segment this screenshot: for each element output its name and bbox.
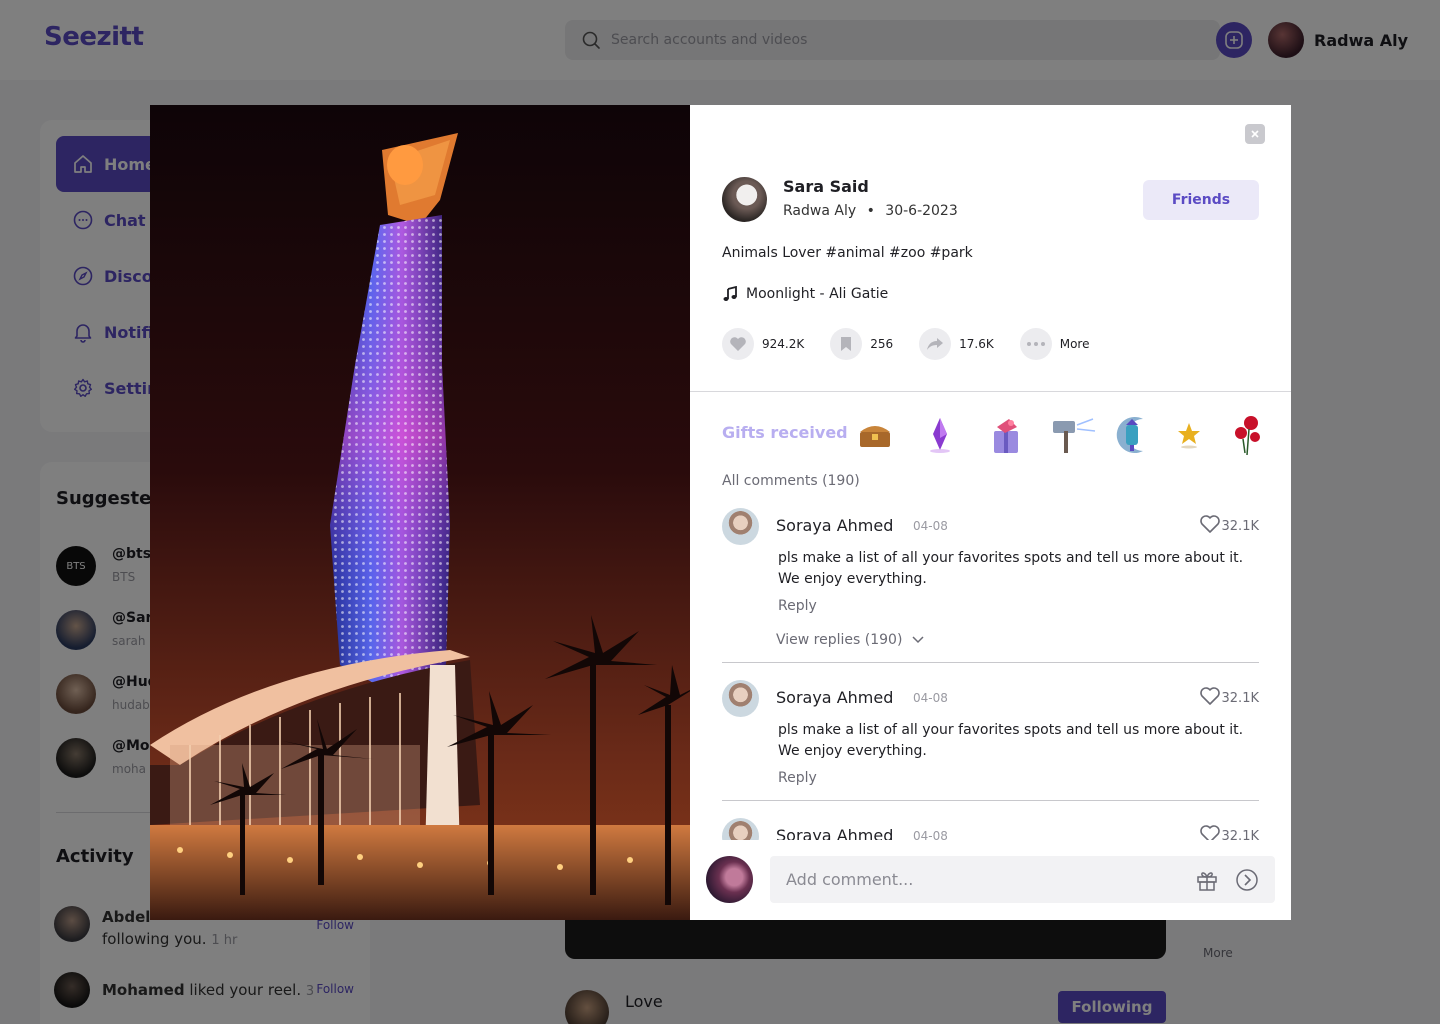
save-button[interactable]: 256 [830,328,893,360]
send-icon[interactable] [1235,868,1259,892]
more-dots-icon [1026,342,1045,346]
divider [722,662,1259,663]
music-note-icon [723,286,737,301]
lantern-icon[interactable] [1109,413,1153,457]
heart-outline-icon[interactable] [1199,514,1221,534]
share-button[interactable]: 17.6K [919,328,994,360]
comments-list[interactable]: Soraya Ahmed 04-08 32.1K pls make a list… [690,505,1291,840]
comment-text: pls make a list of all your favorites sp… [778,550,1244,587]
crystal-icon[interactable] [918,413,962,457]
divider [722,800,1259,801]
gift-icon[interactable] [1195,868,1219,892]
comment-date: 04-08 [913,519,948,533]
comments-count: All comments (190) [722,473,860,489]
comment-date: 04-08 [913,691,948,705]
star-icon[interactable] [1167,413,1211,457]
post-music[interactable]: Moonlight - Ali Gatie [722,286,888,302]
reply-button[interactable]: Reply [778,598,817,614]
comment-like-count: 32.1K [1221,691,1259,706]
comment-input[interactable] [786,870,1186,889]
divider [690,391,1291,392]
rose-icon[interactable] [1226,413,1270,457]
comment-author[interactable]: Soraya Ahmed [776,688,893,707]
gift-box-icon[interactable] [984,413,1028,457]
avatar[interactable] [722,680,759,717]
more-label: More [1059,337,1090,351]
comment-like-count: 32.1K [1221,829,1259,840]
post-author-handle: Radwa Aly [783,203,857,219]
post-author-sub: Radwa Aly • 30-6-2023 [783,203,958,219]
comment-author[interactable]: Soraya Ahmed [776,826,893,840]
comment-composer [690,840,1291,920]
post-photo[interactable] [150,105,690,920]
heart-icon [730,337,746,351]
post-date: 30-6-2023 [885,203,958,219]
treasure-chest-icon[interactable] [853,413,897,457]
comment-field[interactable] [770,856,1275,903]
close-icon [1251,130,1259,138]
save-count: 256 [870,337,894,351]
heart-outline-icon[interactable] [1199,824,1221,840]
comment-author[interactable]: Soraya Ahmed [776,516,893,535]
music-title: Moonlight - Ali Gatie [746,286,889,302]
view-replies-label: View replies (190) [776,632,903,648]
friends-button[interactable]: Friends [1143,180,1259,220]
chevron-down-icon [912,636,924,644]
more-options-button[interactable]: More [1019,328,1090,360]
reply-button[interactable]: Reply [778,770,817,786]
separator-dot: • [866,203,875,219]
share-icon [927,338,944,350]
close-modal-button[interactable] [1245,124,1265,144]
gifts-received-label: Gifts received [722,423,848,442]
comment-date: 04-08 [913,829,948,840]
comment-like-count: 32.1K [1221,519,1259,534]
comment-text: pls make a list of all your favorites sp… [778,722,1244,759]
tower-photo-image [150,105,690,920]
heart-outline-icon[interactable] [1199,686,1221,706]
hammer-icon[interactable] [1046,413,1098,457]
post-author-avatar[interactable] [722,177,767,222]
avatar[interactable] [722,508,759,545]
like-count: 924.2K [762,337,805,351]
post-detail-panel: Sara Said Radwa Aly • 30-6-2023 Friends … [690,105,1291,920]
post-stats: 924.2K 256 17.6K More [722,328,1115,360]
post-caption: Animals Lover #animal #zoo #park [722,245,973,261]
avatar [706,856,753,903]
bookmark-icon [841,337,852,351]
avatar[interactable] [722,818,759,840]
post-detail-modal: Sara Said Radwa Aly • 30-6-2023 Friends … [150,105,1291,920]
share-count: 17.6K [959,337,994,351]
post-author-name[interactable]: Sara Said [783,177,869,196]
like-button[interactable]: 924.2K [722,328,804,360]
view-replies-button[interactable]: View replies (190) [776,632,924,648]
